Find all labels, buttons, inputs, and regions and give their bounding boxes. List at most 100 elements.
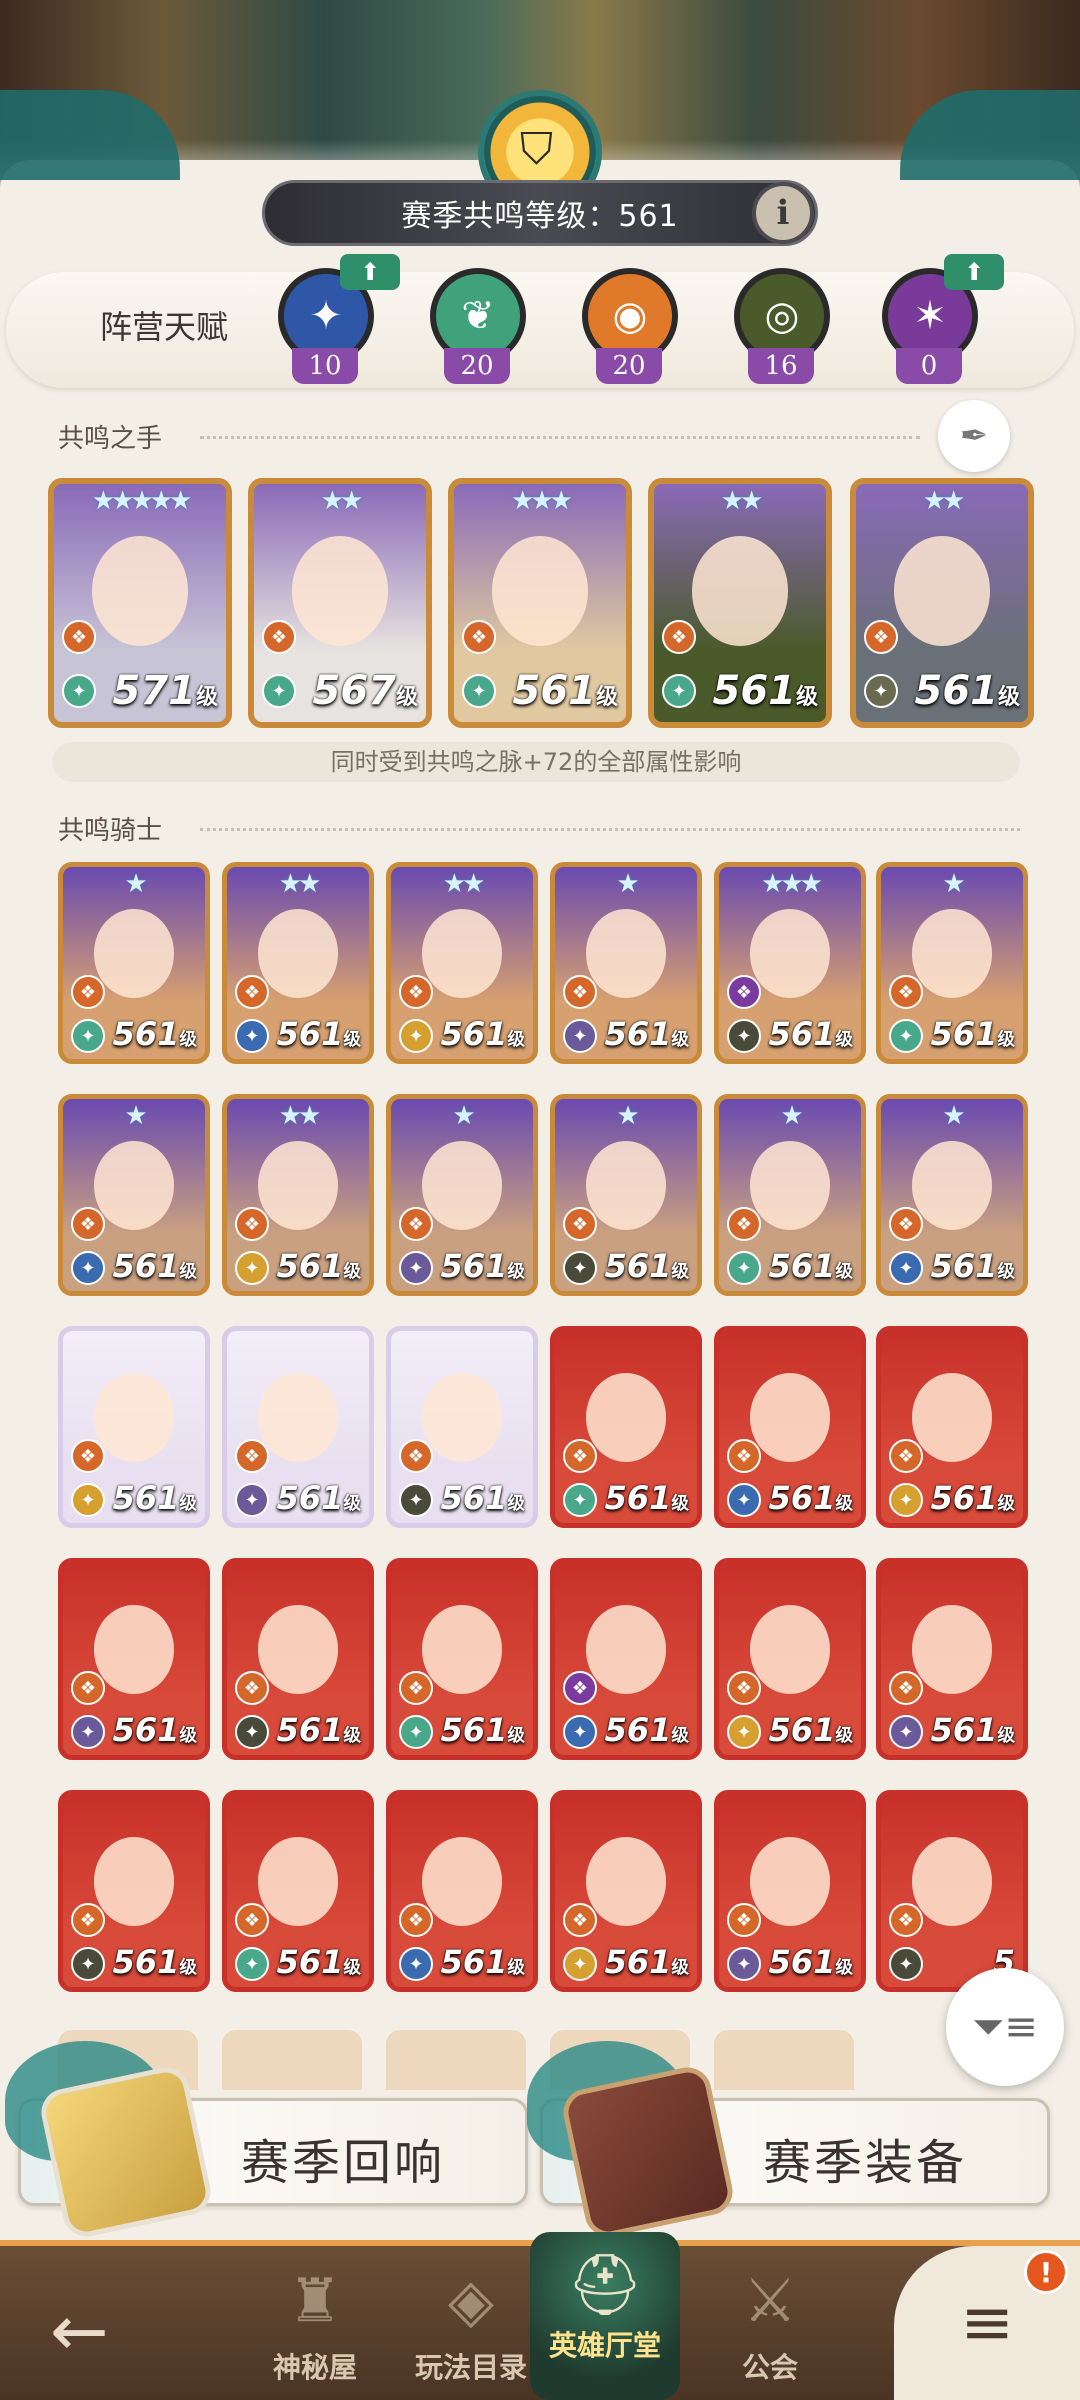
class-icon: ✦ <box>563 1715 597 1749</box>
faction-icon: ❖ <box>62 620 96 654</box>
class-icon: ✦ <box>727 1947 761 1981</box>
hero-level: 561级 <box>930 1479 1015 1517</box>
faction-wilder[interactable]: ❦ 20 <box>422 268 532 384</box>
faction-icon: ❖ <box>235 1439 269 1473</box>
hero-card[interactable]: ★★★★★ ❖ ✦ 571级 <box>48 478 232 728</box>
hero-card[interactable]: ❖ ✦ 561级 <box>386 1790 538 1992</box>
hero-card[interactable]: ★★★ ❖ ✦ 561级 <box>448 478 632 728</box>
hero-card[interactable]: ❖ ✦ 561级 <box>222 1790 374 1992</box>
faction-icon: ❖ <box>563 1903 597 1937</box>
hero-level: 561级 <box>768 1479 853 1517</box>
back-arrow-icon[interactable]: ← <box>50 2290 109 2372</box>
faction-lightbearer[interactable]: ✦ 10 ⬆ <box>270 254 400 384</box>
faction-icon: ❖ <box>235 1671 269 1705</box>
season-resonance-level: 赛季共鸣等级：561 <box>262 180 818 246</box>
star-rating: ★★ <box>922 486 966 516</box>
class-icon: ✦ <box>563 1483 597 1517</box>
nav-mystery-house[interactable]: ♜ 神秘屋 <box>250 2256 380 2396</box>
hero-card[interactable]: ★ ❖ ✦ 561级 <box>550 862 702 1064</box>
hero-card[interactable]: ★ ❖ ✦ 561级 <box>876 862 1028 1064</box>
hero-card[interactable]: ❖ ✦ 5 <box>876 1790 1028 1992</box>
class-icon: ✦ <box>727 1483 761 1517</box>
faction-graveborn[interactable]: ◉ 20 <box>574 268 684 384</box>
hero-card[interactable]: ★ ❖ ✦ 561级 <box>876 1094 1028 1296</box>
nav-hero-hall[interactable]: ⛑ 英雄厅堂 <box>530 2232 680 2400</box>
hero-card[interactable]: ❖ ✦ 561级 <box>58 1558 210 1760</box>
hero-card[interactable]: ★★ ❖ ✦ 561级 <box>648 478 832 728</box>
hero-level: 561级 <box>276 1015 361 1053</box>
hero-card[interactable]: ★ ❖ ✦ 561级 <box>58 1094 210 1296</box>
hero-card[interactable]: ❖ ✦ 561级 <box>222 1326 374 1528</box>
hero-card[interactable]: ★★ ❖ ✦ 561级 <box>222 1094 374 1296</box>
star-rating: ★ <box>124 1101 147 1131</box>
class-icon: ✦ <box>71 1483 105 1517</box>
hero-card[interactable]: ★★ ❖ ✦ 561级 <box>386 862 538 1064</box>
faction-icon: ❖ <box>889 1903 923 1937</box>
hero-level: 561级 <box>768 1247 853 1285</box>
hero-card[interactable]: ★ ❖ ✦ 561级 <box>386 1094 538 1296</box>
hero-card[interactable]: ❖ ✦ 561级 <box>550 1326 702 1528</box>
season-gear-button[interactable]: 赛季装备 <box>527 2041 1050 2241</box>
hero-level: 561级 <box>604 1247 689 1285</box>
faction-level: 10 <box>292 348 358 384</box>
faction-mauler[interactable]: ◎ 16 <box>726 268 836 384</box>
tower-icon: ♜ <box>288 2266 342 2336</box>
hero-card[interactable]: ❖ ✦ 561级 <box>876 1326 1028 1528</box>
class-icon: ✦ <box>399 1019 433 1053</box>
upgrade-arrow-icon[interactable]: ⬆ <box>340 254 400 290</box>
hero-card[interactable]: ❖ ✦ 561级 <box>386 1326 538 1528</box>
hero-card[interactable]: ★★ ❖ ✦ 561级 <box>850 478 1034 728</box>
hero-card[interactable]: ❖ ✦ 561级 <box>550 1790 702 1992</box>
hero-card[interactable]: ❖ ✦ 561级 <box>876 1558 1028 1760</box>
hero-card[interactable]: ❖ ✦ 561级 <box>714 1558 866 1760</box>
hero-level: 561级 <box>712 668 818 714</box>
faction-icon: ❖ <box>71 1439 105 1473</box>
faction-icon: ❖ <box>727 1439 761 1473</box>
quill-icon[interactable]: ✒ <box>938 400 1010 472</box>
class-icon: ✦ <box>71 1947 105 1981</box>
hero-card[interactable]: ★★★ ❖ ✦ 561级 <box>714 862 866 1064</box>
hero-card[interactable]: ❖ ✦ 561级 <box>58 1790 210 1992</box>
hero-card[interactable]: ★ ❖ ✦ 561级 <box>58 862 210 1064</box>
season-echo-button[interactable]: 赛季回响 <box>5 2041 528 2241</box>
hero-level: 561级 <box>112 1943 197 1981</box>
hero-card[interactable]: ❖ ✦ 561级 <box>550 1558 702 1760</box>
hero-level: 571级 <box>112 668 218 714</box>
star-rating: ★★★★★ <box>91 486 193 516</box>
hero-card[interactable]: ❖ ✦ 561级 <box>58 1326 210 1528</box>
hero-level: 561级 <box>440 1247 525 1285</box>
hero-card[interactable]: ❖ ✦ 561级 <box>714 1790 866 1992</box>
hero-card[interactable]: ★ ❖ ✦ 561级 <box>714 1094 866 1296</box>
hero-level: 561级 <box>276 1247 361 1285</box>
hero-card[interactable]: ★ ❖ ✦ 561级 <box>550 1094 702 1296</box>
nav-label: 公会 <box>741 2351 798 2384</box>
class-icon: ✦ <box>235 1019 269 1053</box>
nav-guild[interactable]: ⚔ 公会 <box>700 2256 840 2396</box>
faction-icon: ❖ <box>727 1671 761 1705</box>
hero-level: 561级 <box>440 1479 525 1517</box>
hero-level: 561级 <box>604 1711 689 1749</box>
class-icon: ✦ <box>399 1947 433 1981</box>
faction-level: 20 <box>596 348 662 384</box>
info-button[interactable]: i <box>752 182 814 244</box>
upgrade-arrow-icon[interactable]: ⬆ <box>944 254 1004 290</box>
hero-card[interactable]: ❖ ✦ 561级 <box>386 1558 538 1760</box>
hero-card[interactable]: ★★ ❖ ✦ 567级 <box>248 478 432 728</box>
class-icon: ✦ <box>727 1251 761 1285</box>
class-icon: ✦ <box>399 1483 433 1517</box>
hero-card[interactable]: ❖ ✦ 561级 <box>714 1326 866 1528</box>
hero-card[interactable]: ❖ ✦ 561级 <box>222 1558 374 1760</box>
star-rating: ★★ <box>720 486 764 516</box>
class-icon: ✦ <box>71 1019 105 1053</box>
hero-level: 561级 <box>930 1247 1015 1285</box>
faction-level: 20 <box>444 348 510 384</box>
faction-icon: ❖ <box>864 620 898 654</box>
hero-level: 561级 <box>930 1015 1015 1053</box>
hero-card[interactable]: ★★ ❖ ✦ 561级 <box>222 862 374 1064</box>
nav-game-modes[interactable]: ◈ 玩法目录 <box>396 2256 546 2396</box>
star-rating: ★★ <box>320 486 364 516</box>
faction-icon: ❖ <box>563 975 597 1009</box>
filter-icon[interactable]: ⏷≡ <box>946 1968 1064 2086</box>
faction-icon: ❖ <box>662 620 696 654</box>
faction-celestial-hypogean[interactable]: ✶ 0 ⬆ <box>874 254 1004 384</box>
